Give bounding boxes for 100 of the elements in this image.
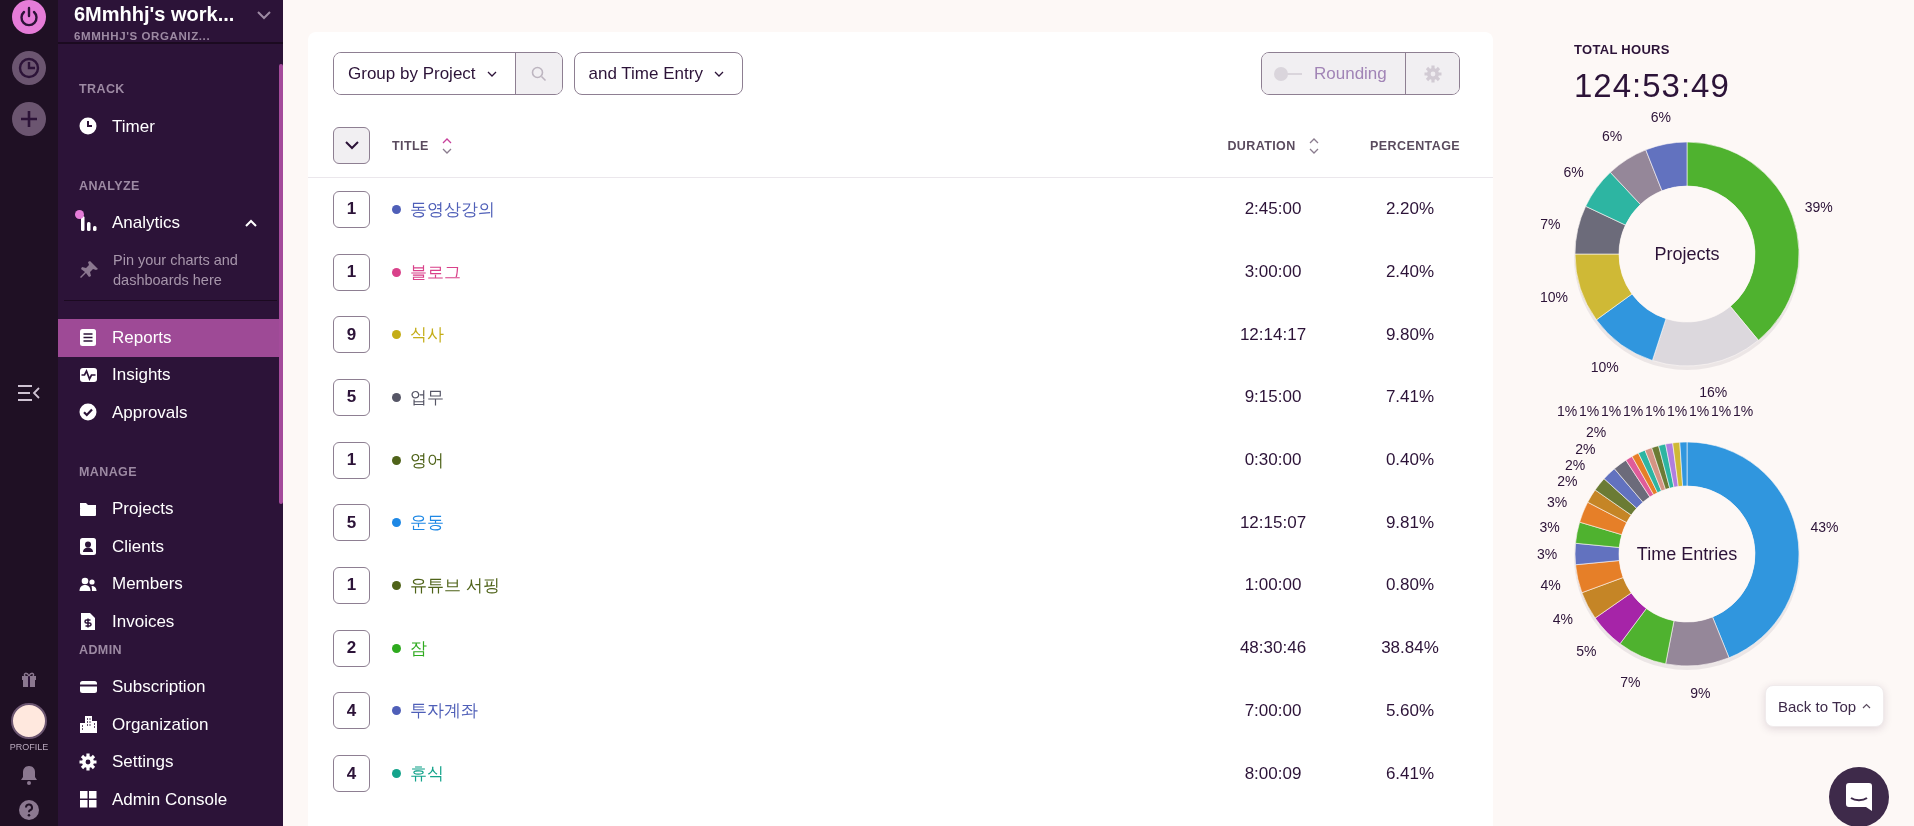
- project-title[interactable]: 투자계좌: [410, 699, 478, 723]
- expand-all-button[interactable]: [333, 127, 370, 164]
- donut-slice[interactable]: [1652, 306, 1759, 367]
- nav-item[interactable]: Clients: [58, 528, 279, 566]
- settings-button[interactable]: [1405, 53, 1459, 94]
- project-title[interactable]: 동영상강의: [410, 197, 495, 221]
- count-badge[interactable]: 1: [333, 566, 370, 604]
- donut-slice[interactable]: [1679, 441, 1688, 487]
- nav-item[interactable]: Organization: [58, 706, 279, 744]
- count-badge[interactable]: 9: [333, 316, 370, 354]
- nav-item[interactable]: Timer: [58, 108, 279, 146]
- caret-icon: [486, 70, 497, 77]
- count-badge[interactable]: 4: [333, 692, 370, 730]
- donut-slice[interactable]: [1603, 468, 1644, 509]
- donut-slice[interactable]: [1619, 608, 1675, 665]
- donut-slice[interactable]: [1574, 542, 1620, 566]
- donut-slice[interactable]: [1625, 456, 1654, 498]
- donut-slice[interactable]: [1581, 577, 1632, 619]
- data-label: 7%: [1540, 215, 1561, 232]
- donut-slice[interactable]: [1651, 445, 1671, 490]
- count-badge[interactable]: 2: [333, 629, 370, 667]
- total-hours-value: 124:53:49: [1573, 67, 1731, 104]
- donut-slice[interactable]: [1644, 447, 1666, 492]
- avatar[interactable]: [11, 703, 47, 739]
- donut-slice[interactable]: [1585, 172, 1641, 226]
- workspace-name: 6Mmhhj's work...: [74, 3, 236, 26]
- data-label: 6%: [1563, 163, 1584, 180]
- donut-slice[interactable]: [1574, 253, 1633, 321]
- sub-group-dropdown[interactable]: and Time Entry: [573, 52, 743, 95]
- donut-slice[interactable]: [1579, 501, 1627, 535]
- project-title[interactable]: 영어: [410, 448, 444, 472]
- donut-slice[interactable]: [1575, 560, 1624, 593]
- count-badge[interactable]: 4: [333, 755, 370, 793]
- donut-slice[interactable]: [1574, 206, 1626, 255]
- donut-slice[interactable]: [1587, 489, 1632, 523]
- count-badge[interactable]: 1: [333, 441, 370, 479]
- power-icon[interactable]: [12, 0, 46, 34]
- duration-cell: 1:00:00: [1244, 575, 1302, 596]
- column-header[interactable]: DURATION: [1227, 138, 1296, 153]
- nav-item[interactable]: Invoices: [58, 603, 279, 641]
- nav-item[interactable]: Projects: [58, 490, 279, 528]
- clock-icon[interactable]: [12, 51, 46, 85]
- donut-slice[interactable]: [1638, 449, 1662, 494]
- project-title[interactable]: 유튜브 서핑: [410, 573, 500, 597]
- count-badge[interactable]: 1: [333, 253, 370, 291]
- column-header[interactable]: PERCENTAGE: [1370, 138, 1460, 153]
- donut-slice[interactable]: [1658, 443, 1675, 489]
- profile-label[interactable]: PROFILE: [9, 742, 49, 752]
- duration-cell: 2:45:00: [1244, 199, 1302, 220]
- collapse-menu-icon[interactable]: [17, 384, 41, 402]
- project-title[interactable]: 블로그: [410, 260, 461, 284]
- count-badge[interactable]: 1: [333, 190, 370, 228]
- percentage-cell: 9.80%: [1385, 324, 1435, 345]
- data-label: 1%: [1623, 403, 1644, 419]
- scrollbar[interactable]: [279, 64, 283, 504]
- data-label: 2%: [1575, 441, 1596, 458]
- donut-slice[interactable]: [1665, 616, 1730, 667]
- data-label: 3%: [1539, 519, 1560, 536]
- count-badge[interactable]: 5: [333, 504, 370, 542]
- donut-slice[interactable]: [1594, 478, 1637, 516]
- add-icon[interactable]: [12, 102, 46, 136]
- help-icon[interactable]: [19, 800, 39, 820]
- contact-card-icon: [79, 537, 98, 557]
- nav-item[interactable]: Members: [58, 565, 279, 603]
- data-label: 5%: [1576, 643, 1597, 660]
- gift-icon[interactable]: [20, 670, 38, 688]
- total-hours-label: TOTAL HOURS: [1573, 42, 1671, 57]
- nav-item[interactable]: Subscription: [58, 668, 279, 706]
- nav-item[interactable]: Approvals: [58, 394, 279, 432]
- chat-button[interactable]: [1829, 767, 1889, 826]
- donut-slice[interactable]: [1672, 441, 1683, 487]
- pulse-icon: [79, 365, 98, 385]
- duration-cell: 7:00:00: [1244, 700, 1302, 721]
- bell-icon[interactable]: [20, 765, 38, 785]
- percentage-cell: 0.40%: [1385, 450, 1435, 471]
- chart-title: Time Entries: [1636, 544, 1738, 564]
- donut-slice[interactable]: [1596, 293, 1667, 361]
- nav-item[interactable]: Analytics: [58, 204, 279, 242]
- percentage-cell: 0.80%: [1385, 575, 1435, 596]
- nav-item[interactable]: Insights: [58, 356, 279, 394]
- donut-slice[interactable]: [1575, 521, 1623, 548]
- section-heading: TRACK: [78, 82, 126, 98]
- nav-item[interactable]: Reports: [58, 319, 279, 357]
- back-to-top-button[interactable]: Back to Top: [1765, 685, 1885, 727]
- donut-slice[interactable]: [1665, 442, 1679, 488]
- donut-slice[interactable]: [1614, 459, 1651, 503]
- donut-slice[interactable]: [1594, 592, 1647, 645]
- nav-item[interactable]: Settings: [58, 743, 279, 781]
- workspace-switcher[interactable]: 6Mmhhj's work... 6MMHHJ'S ORGANIZ...: [58, 0, 283, 44]
- count-badge[interactable]: 5: [333, 378, 370, 416]
- project-title[interactable]: 운동: [410, 511, 444, 535]
- donut-slice[interactable]: [1610, 149, 1663, 205]
- column-header[interactable]: TITLE: [392, 138, 429, 153]
- data-label: 1%: [1733, 403, 1754, 419]
- nav-item[interactable]: Admin Console: [58, 781, 279, 819]
- donut-slice[interactable]: [1631, 452, 1658, 496]
- donut-slice[interactable]: [1645, 141, 1688, 192]
- project-title[interactable]: 업무: [410, 385, 444, 409]
- data-label: 43%: [1810, 519, 1839, 536]
- search-button[interactable]: [514, 53, 562, 94]
